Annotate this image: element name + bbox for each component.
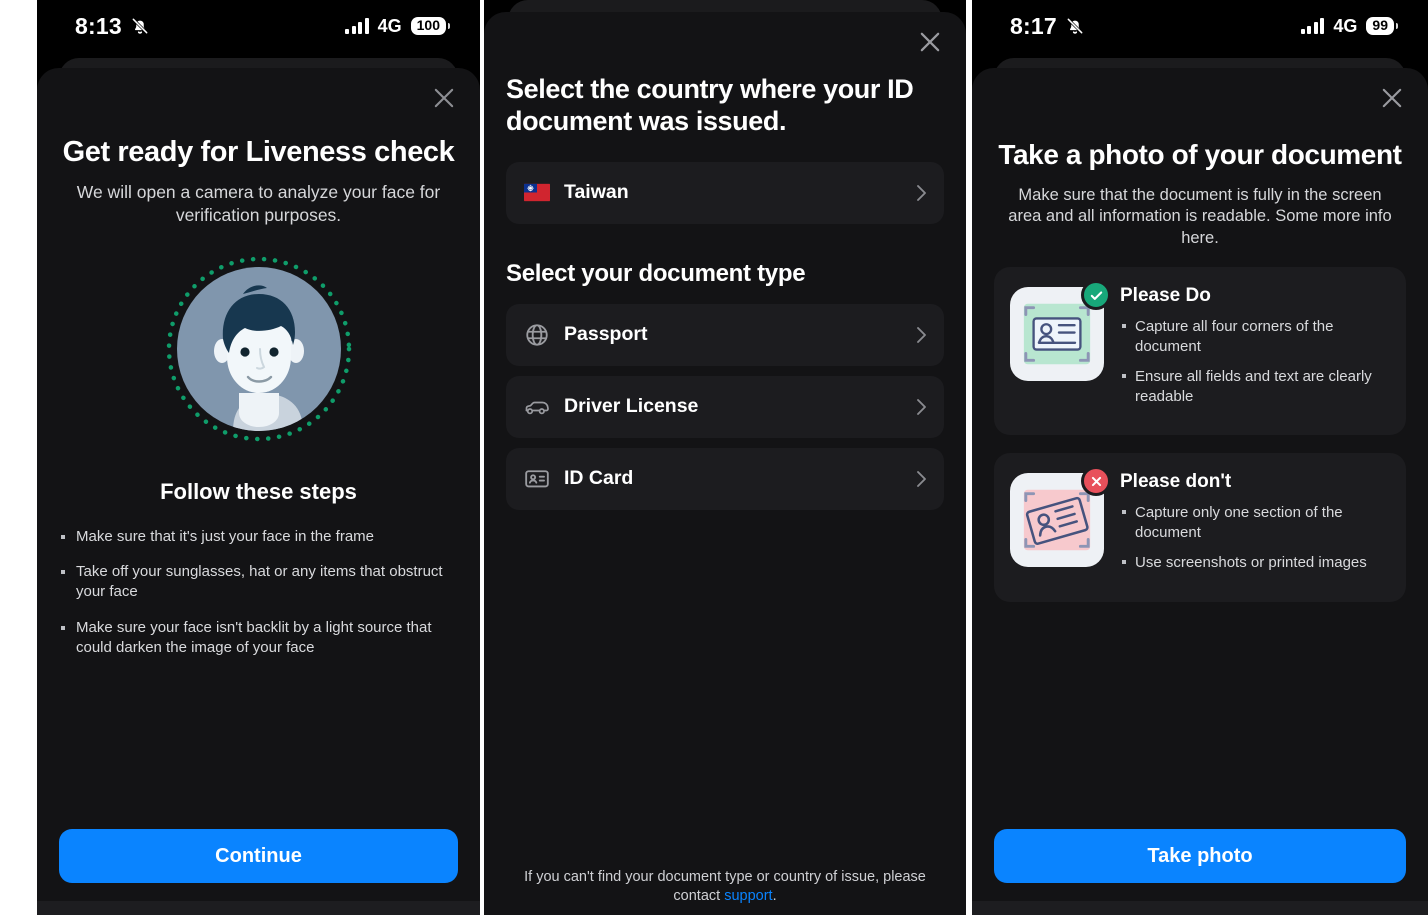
signal-bars-icon — [1300, 18, 1325, 34]
status-time: 8:13 — [75, 12, 122, 39]
steps-list: Make sure that it's just your face in th… — [59, 527, 458, 658]
phone-panel-liveness: 8:13 4G 100 Get ready for Liveness check… — [37, 0, 480, 915]
home-indicator-strip — [972, 901, 1428, 915]
tip-heading: Please don't — [1120, 471, 1232, 493]
list-item: Take off your sunglasses, hat or any ite… — [59, 562, 458, 602]
section-title-document-type: Select your document type — [506, 259, 806, 287]
status-left: 8:17 — [1010, 13, 1085, 40]
bell-slash-icon — [1065, 16, 1085, 36]
document-row-passport[interactable]: Passport — [506, 303, 944, 366]
take-photo-sheet: Take a photo of your document Make sure … — [972, 68, 1428, 915]
chevron-right-icon — [916, 183, 928, 203]
flex-spacer — [37, 673, 480, 829]
close-icon[interactable] — [916, 28, 944, 56]
support-footnote: If you can't find your document type or … — [484, 868, 966, 915]
tip-card-do: Please Do Capture all four corners of th… — [994, 267, 1406, 436]
network-type: 4G — [377, 15, 402, 36]
face-avatar-icon — [165, 255, 353, 443]
chevron-right-icon — [916, 397, 928, 417]
page-title: Select the country where your ID documen… — [506, 74, 914, 136]
globe-icon — [524, 322, 550, 348]
continue-button[interactable]: Continue — [59, 829, 458, 883]
page-title: Get ready for Liveness check — [62, 136, 455, 168]
document-select-sheet: Select the country where your ID documen… — [484, 12, 966, 915]
status-right: 4G 100 — [345, 16, 446, 37]
tip-card-dont: Please don't Capture only one section of… — [994, 453, 1406, 602]
list-item: Use screenshots or printed images — [1120, 553, 1388, 573]
document-label: Passport — [564, 323, 648, 346]
chevron-right-icon — [916, 325, 928, 345]
sheet-header — [37, 68, 480, 124]
liveness-sheet: Get ready for Liveness check We will ope… — [37, 68, 480, 915]
page-subtitle: We will open a camera to analyze your fa… — [76, 182, 441, 225]
status-left: 8:13 — [75, 13, 150, 40]
home-indicator-strip — [37, 901, 480, 915]
bell-slash-icon — [130, 16, 150, 36]
document-row-driver-license[interactable]: Driver License — [506, 375, 944, 438]
list-item: Make sure your face isn't backlit by a l… — [59, 618, 458, 658]
status-time: 8:17 — [1010, 12, 1057, 39]
document-label: ID Card — [564, 467, 634, 490]
page-subtitle: Make sure that the document is fully in … — [1008, 186, 1392, 247]
car-icon — [524, 394, 550, 420]
list-item: Capture only one section of the document — [1120, 503, 1388, 542]
screenshot-stage: 8:13 4G 100 Get ready for Liveness check… — [0, 0, 1428, 915]
avatar — [176, 266, 341, 431]
sheet-header — [484, 12, 966, 68]
battery-indicator: 100 — [410, 16, 446, 36]
steps-title: Follow these steps — [160, 478, 357, 504]
id-card-good-icon — [1010, 280, 1111, 382]
tip-heading: Please Do — [1120, 285, 1211, 307]
flex-spacer — [484, 520, 966, 868]
battery-indicator: 99 — [1366, 16, 1394, 36]
chevron-right-icon — [916, 469, 928, 489]
signal-bars-icon — [345, 18, 369, 34]
page-title: Take a photo of your document — [998, 139, 1402, 170]
close-icon[interactable] — [1378, 84, 1406, 112]
network-type: 4G — [1333, 15, 1358, 36]
taiwan-flag-icon — [524, 180, 550, 206]
flex-spacer — [972, 602, 1428, 829]
id-card-icon — [524, 466, 550, 492]
status-bar: 8:13 4G 100 — [37, 0, 480, 52]
phone-panel-take-photo: 8:17 4G 99 Take a photo of your document… — [972, 0, 1428, 915]
close-icon[interactable] — [430, 84, 458, 112]
footnote-end: . — [772, 888, 777, 905]
tip-list: Capture all four corners of the document… — [1120, 317, 1388, 406]
phone-panel-document-select: Select the country where your ID documen… — [484, 0, 966, 915]
country-name: Taiwan — [564, 181, 629, 204]
tip-list: Capture only one section of the document… — [1120, 503, 1388, 573]
x-icon — [1081, 466, 1111, 497]
country-row-taiwan[interactable]: Taiwan — [506, 161, 944, 224]
check-icon — [1081, 280, 1111, 311]
document-label: Driver License — [564, 395, 699, 418]
sheet-header — [972, 68, 1428, 124]
list-item: Make sure that it's just your face in th… — [59, 527, 458, 547]
status-right: 4G 99 — [1300, 15, 1394, 37]
list-item: Ensure all fields and text are clearly r… — [1120, 367, 1388, 406]
take-photo-button[interactable]: Take photo — [994, 829, 1406, 883]
document-row-id-card[interactable]: ID Card — [506, 447, 944, 510]
support-link[interactable]: support — [724, 888, 772, 904]
id-card-bad-icon — [1010, 466, 1111, 568]
list-item: Capture all four corners of the document — [1120, 317, 1388, 356]
status-bar: 8:17 4G 99 — [972, 0, 1428, 52]
